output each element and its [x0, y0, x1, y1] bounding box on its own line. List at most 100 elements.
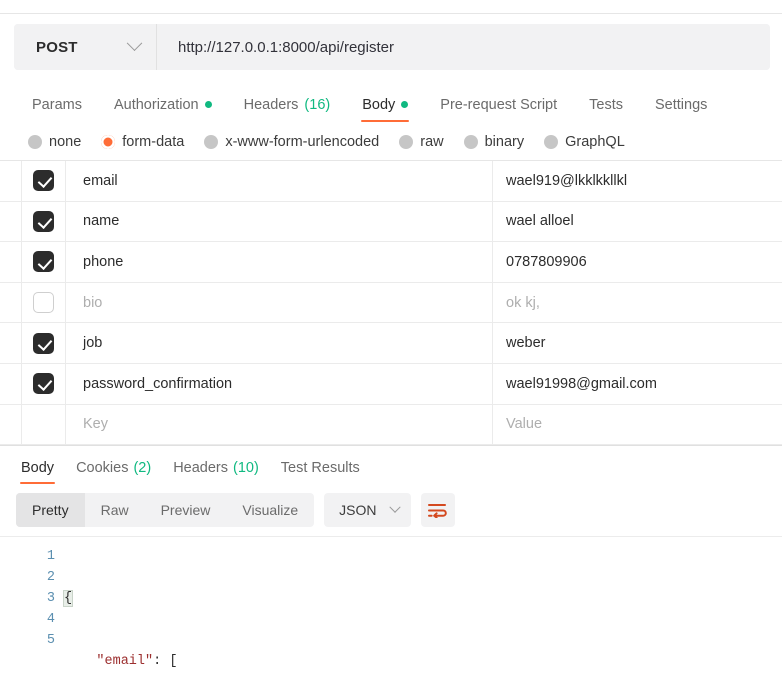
- table-row: email wael919@lkklkkllkl: [0, 161, 782, 202]
- response-view-mode-group: Pretty Raw Preview Visualize: [16, 493, 315, 528]
- row-checkbox[interactable]: [33, 251, 54, 273]
- view-mode-pretty[interactable]: Pretty: [16, 493, 85, 528]
- tab-body[interactable]: Body: [346, 96, 424, 123]
- line-number: 2: [46, 570, 55, 586]
- url-input[interactable]: http://127.0.0.1:8000/api/register: [157, 24, 770, 70]
- line-number: 3: [46, 591, 55, 607]
- row-drag-handle[interactable]: [0, 242, 22, 282]
- body-type-none-label: none: [49, 134, 82, 150]
- row-value-input[interactable]: 0787809906: [493, 242, 782, 282]
- response-tab-cookies-count: (2): [133, 459, 152, 476]
- tab-tests-label: Tests: [589, 96, 623, 113]
- table-row: name wael alloel: [0, 201, 782, 243]
- row-drag-handle[interactable]: [0, 363, 22, 404]
- response-body-code: 1 2 3 4 5 { "email": [ "The email has al…: [0, 536, 782, 687]
- tab-settings[interactable]: Settings: [639, 97, 723, 123]
- tab-pre-request-script-label: Pre-request Script: [440, 96, 558, 113]
- row-key-input[interactable]: name: [66, 201, 493, 242]
- word-wrap-button[interactable]: [420, 493, 455, 528]
- row-enable-cell: [22, 242, 66, 282]
- row-checkbox[interactable]: [33, 292, 54, 314]
- body-type-urlencoded[interactable]: x-www-form-urlencoded: [204, 134, 379, 150]
- response-tab-headers[interactable]: Headers (10): [162, 461, 270, 485]
- table-row: bio ok kj,: [0, 282, 782, 324]
- row-checkbox[interactable]: [33, 170, 54, 192]
- radio-icon: [544, 135, 559, 149]
- row-value-input[interactable]: weber: [493, 323, 782, 363]
- body-type-raw-label: raw: [420, 134, 444, 150]
- tab-params[interactable]: Params: [16, 96, 98, 123]
- view-mode-visualize[interactable]: Visualize: [226, 493, 314, 527]
- chevron-down-icon: [126, 34, 143, 51]
- new-row-key-input[interactable]: Key: [66, 404, 493, 445]
- url-bar: POST http://127.0.0.1:8000/api/register: [14, 24, 770, 70]
- tab-params-label: Params: [32, 96, 82, 113]
- radio-selected-icon: [101, 135, 116, 149]
- radio-icon: [463, 135, 478, 149]
- json-key-email: "email": [96, 654, 154, 670]
- line-number: 5: [46, 633, 55, 649]
- word-wrap-icon: [428, 503, 447, 518]
- row-drag-handle[interactable]: [0, 201, 22, 242]
- response-tab-body[interactable]: Body: [10, 461, 65, 485]
- body-type-graphql-label: GraphQL: [565, 134, 625, 150]
- tab-tests[interactable]: Tests: [573, 96, 639, 123]
- body-type-graphql[interactable]: GraphQL: [544, 134, 625, 150]
- status-dot-icon: [401, 101, 409, 109]
- row-value-input[interactable]: wael alloel: [493, 202, 782, 242]
- response-tab-headers-count: (10): [233, 459, 259, 476]
- tab-pre-request-script[interactable]: Pre-request Script: [424, 96, 573, 123]
- response-view-toolbar: Pretty Raw Preview Visualize JSON: [0, 484, 782, 536]
- row-key-input[interactable]: job: [66, 323, 493, 363]
- line-number: 1: [46, 549, 55, 565]
- row-checkbox[interactable]: [33, 373, 54, 395]
- table-row: password_confirmation wael91998@gmail.co…: [0, 363, 782, 405]
- body-type-binary[interactable]: binary: [463, 134, 524, 150]
- row-enable-cell: [22, 363, 66, 404]
- row-enable-cell: [22, 161, 66, 201]
- body-type-none[interactable]: none: [28, 134, 81, 150]
- response-tab-body-label: Body: [21, 459, 55, 476]
- row-key-input[interactable]: password_confirmation: [66, 363, 493, 404]
- tab-headers-count: (16): [304, 96, 331, 113]
- row-checkbox[interactable]: [33, 332, 54, 354]
- new-row-value-input[interactable]: Value: [493, 405, 782, 445]
- response-format-label: JSON: [339, 502, 377, 519]
- row-drag-handle[interactable]: [0, 282, 22, 323]
- tab-authorization-label: Authorization: [113, 96, 199, 113]
- table-row-empty: Key Value: [0, 404, 782, 446]
- body-type-raw[interactable]: raw: [399, 134, 444, 150]
- code-content[interactable]: { "email": [ "The email has already been…: [62, 546, 782, 687]
- status-dot-icon: [204, 101, 212, 109]
- json-colon-bracket: : [: [153, 654, 178, 670]
- tab-body-label: Body: [362, 96, 396, 113]
- tab-authorization[interactable]: Authorization: [98, 96, 228, 123]
- code-line: {: [62, 588, 782, 609]
- tab-headers[interactable]: Headers (16): [228, 96, 347, 123]
- radio-icon: [399, 135, 414, 149]
- row-value-input[interactable]: wael91998@gmail.com: [493, 364, 782, 404]
- view-mode-preview[interactable]: Preview: [145, 493, 227, 527]
- form-data-table: email wael919@lkklkkllkl name wael alloe…: [0, 160, 782, 446]
- table-row: phone 0787809906: [0, 242, 782, 283]
- row-enable-cell: [22, 323, 66, 363]
- row-drag-handle[interactable]: [0, 323, 22, 363]
- request-tabs: Params Authorization Headers (16) Body P…: [0, 84, 782, 122]
- row-value-input[interactable]: ok kj,: [493, 283, 782, 323]
- body-type-form-data[interactable]: form-data: [101, 134, 184, 150]
- json-open-brace: {: [62, 590, 74, 608]
- row-drag-handle[interactable]: [0, 161, 22, 201]
- row-key-input[interactable]: email: [66, 161, 493, 201]
- response-format-select[interactable]: JSON: [324, 493, 411, 528]
- row-key-input[interactable]: phone: [66, 242, 493, 282]
- row-value-input[interactable]: wael919@lkklkkllkl: [493, 161, 782, 201]
- row-key-input[interactable]: bio: [66, 282, 493, 323]
- http-method-label: POST: [36, 38, 78, 56]
- response-tab-test-results[interactable]: Test Results: [270, 461, 371, 485]
- top-divider: [0, 13, 782, 14]
- response-tab-cookies[interactable]: Cookies (2): [65, 461, 162, 485]
- http-method-select[interactable]: POST: [14, 24, 157, 70]
- radio-icon: [204, 135, 219, 149]
- view-mode-raw[interactable]: Raw: [85, 493, 145, 527]
- row-checkbox[interactable]: [33, 210, 54, 232]
